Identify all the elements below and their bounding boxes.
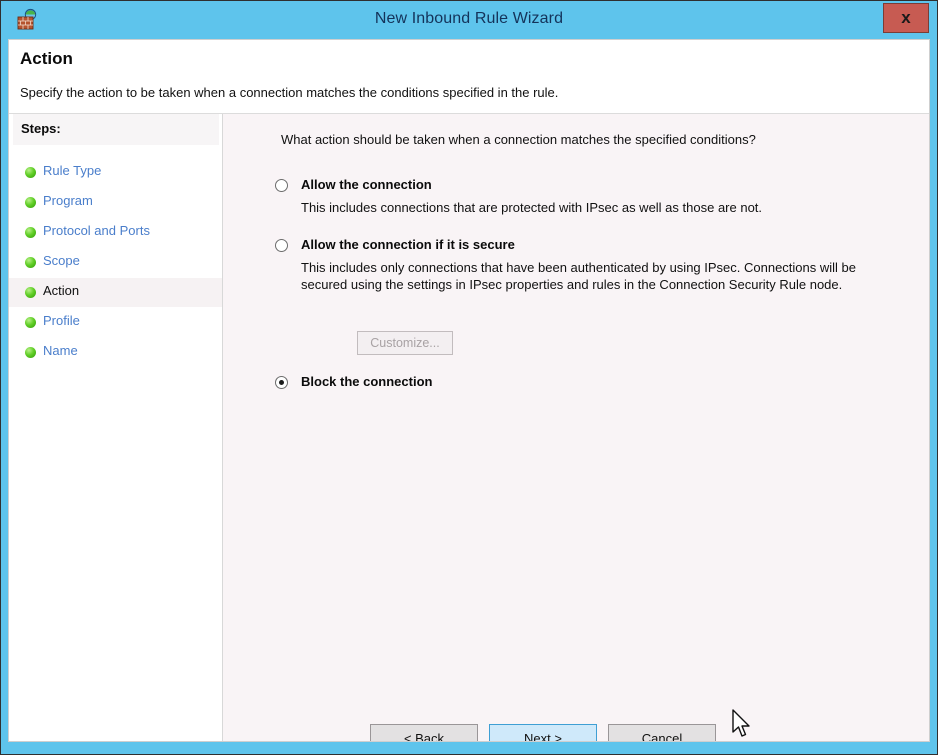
green-bullet-icon	[25, 347, 36, 358]
sidebar-item-name[interactable]: Name	[9, 338, 222, 367]
question-text: What action should be taken when a conne…	[281, 132, 756, 147]
client-area: Action Specify the action to be taken wh…	[8, 39, 930, 742]
sidebar-item-protocol-and-ports[interactable]: Protocol and Ports	[9, 218, 222, 247]
green-bullet-icon	[25, 167, 36, 178]
option-title: Allow the connection	[301, 177, 432, 192]
radio-allow-the-connection[interactable]	[275, 179, 288, 192]
close-button[interactable]: x	[883, 3, 929, 33]
green-bullet-icon	[25, 257, 36, 268]
page-subtitle: Specify the action to be taken when a co…	[20, 85, 559, 100]
green-bullet-icon	[25, 317, 36, 328]
main-content: What action should be taken when a conne…	[223, 114, 929, 741]
sidebar-item-scope[interactable]: Scope	[9, 248, 222, 277]
sidebar-item-program[interactable]: Program	[9, 188, 222, 217]
customize-button[interactable]: Customize...	[357, 331, 453, 355]
green-bullet-icon	[25, 197, 36, 208]
radio-block-the-connection[interactable]	[275, 376, 288, 389]
cancel-button[interactable]: Cancel	[608, 724, 716, 741]
wizard-window: New Inbound Rule Wizard x Action Specify…	[0, 0, 938, 755]
option-description: This includes connections that are prote…	[301, 200, 763, 215]
sidebar-item-label: Scope	[43, 253, 80, 268]
sidebar-item-action[interactable]: Action	[9, 278, 222, 307]
back-button[interactable]: < Back	[370, 724, 478, 741]
option-title: Block the connection	[301, 374, 433, 389]
sidebar-item-label: Rule Type	[43, 163, 102, 178]
page-title: Action	[20, 49, 73, 68]
steps-sidebar: Steps: Rule Type Program Protocol and Po…	[9, 114, 223, 741]
sidebar-item-profile[interactable]: Profile	[9, 308, 222, 337]
sidebar-item-label: Name	[43, 343, 78, 358]
green-bullet-icon	[25, 227, 36, 238]
sidebar-item-rule-type[interactable]: Rule Type	[9, 158, 222, 187]
sidebar-item-label: Action	[43, 283, 80, 298]
window-title: New Inbound Rule Wizard	[374, 10, 564, 27]
option-title: Allow the connection if it is secure	[301, 237, 515, 252]
steps-heading: Steps:	[21, 121, 61, 136]
sidebar-item-label: Program	[43, 193, 93, 208]
page-header: Action Specify the action to be taken wh…	[9, 40, 929, 114]
button-bar: < Back Next > Cancel	[223, 724, 929, 741]
title-bar: New Inbound Rule Wizard x	[1, 1, 937, 39]
sidebar-item-label: Profile	[43, 313, 80, 328]
green-bullet-icon	[25, 287, 36, 298]
next-button[interactable]: Next >	[489, 724, 597, 741]
radio-allow-the-connection-if-it-is-secure[interactable]	[275, 239, 288, 252]
option-description: This includes only connections that have…	[301, 260, 857, 292]
sidebar-item-label: Protocol and Ports	[43, 223, 150, 238]
